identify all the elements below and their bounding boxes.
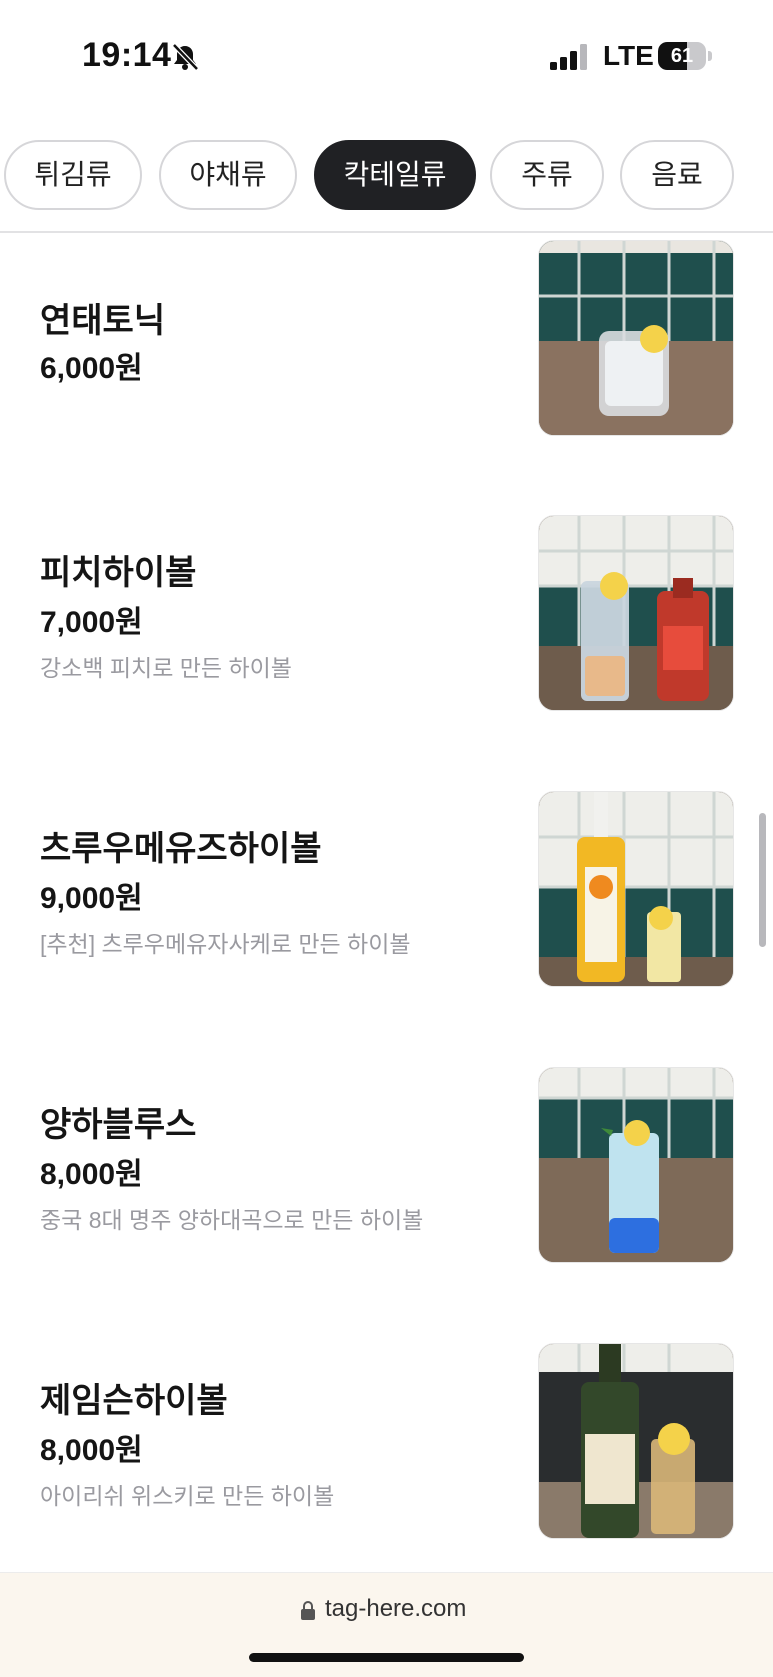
menu-item-name: 츠루우메유즈하이볼 — [40, 830, 322, 868]
bell-slash-icon — [170, 42, 200, 72]
menu-item[interactable]: 양하블루스 8,000원 중국 8대 명주 양하대곡으로 만든 하이볼 — [0, 1062, 773, 1263]
menu-item-description: 아이리쉬 위스키로 만든 하이볼 — [40, 1483, 335, 1509]
status-time: 19:14 — [82, 36, 172, 74]
menu-item[interactable]: 연태토닉 6,000원 — [0, 233, 773, 436]
menu-item-photo[interactable] — [538, 791, 734, 987]
lock-icon — [300, 1601, 316, 1621]
menu-item-name: 양하블루스 — [40, 1106, 197, 1144]
menu-item-name: 연태토닉 — [40, 302, 166, 340]
menu-item-photo[interactable] — [538, 240, 734, 436]
menu-item-photo[interactable] — [538, 1067, 734, 1263]
home-indicator[interactable] — [249, 1653, 524, 1662]
tab-liquor[interactable]: 주류 — [490, 140, 604, 210]
menu-item-photo[interactable] — [538, 515, 734, 711]
cellular-signal-icon — [550, 44, 590, 70]
menu-item-price: 8,000원 — [40, 1158, 143, 1191]
category-tabs: 튀김류 야채류 칵테일류 주류 음료 — [0, 140, 773, 210]
battery-level: 61 — [670, 45, 694, 67]
network-type: LTE — [603, 40, 654, 71]
menu-item-description: [추천] 츠루우메유자사케로 만든 하이볼 — [40, 931, 411, 957]
tab-beverage[interactable]: 음료 — [620, 140, 734, 210]
status-bar: 19:14 LTE 61 — [0, 0, 773, 110]
tab-cocktail[interactable]: 칵테일류 — [314, 140, 476, 210]
menu-item-price: 6,000원 — [40, 352, 143, 385]
scroll-indicator[interactable] — [759, 813, 766, 947]
menu-item-name: 제임슨하이볼 — [40, 1382, 228, 1420]
browser-url-bar[interactable]: tag-here.com — [0, 1572, 773, 1677]
menu-item-price: 9,000원 — [40, 882, 143, 915]
menu-item-description: 강소백 피치로 만든 하이볼 — [40, 655, 292, 681]
menu-item[interactable]: 피치하이볼 7,000원 강소백 피치로 만든 하이볼 — [0, 510, 773, 711]
tab-vegetable[interactable]: 야채류 — [159, 140, 297, 210]
menu-item-price: 8,000원 — [40, 1434, 143, 1467]
menu-item[interactable]: 츠루우메유즈하이볼 9,000원 [추천] 츠루우메유자사케로 만든 하이볼 — [0, 786, 773, 987]
battery-icon: 61 — [658, 42, 712, 70]
tab-fried[interactable]: 튀김류 — [4, 140, 142, 210]
menu-item-photo[interactable] — [538, 1343, 734, 1539]
menu-item[interactable]: 제임슨하이볼 8,000원 아이리쉬 위스키로 만든 하이볼 — [0, 1338, 773, 1539]
menu-item-description: 중국 8대 명주 양하대곡으로 만든 하이볼 — [40, 1207, 424, 1233]
menu-item-name: 피치하이볼 — [40, 554, 197, 592]
menu-item-price: 7,000원 — [40, 606, 143, 639]
url-text[interactable]: tag-here.com — [325, 1595, 466, 1623]
